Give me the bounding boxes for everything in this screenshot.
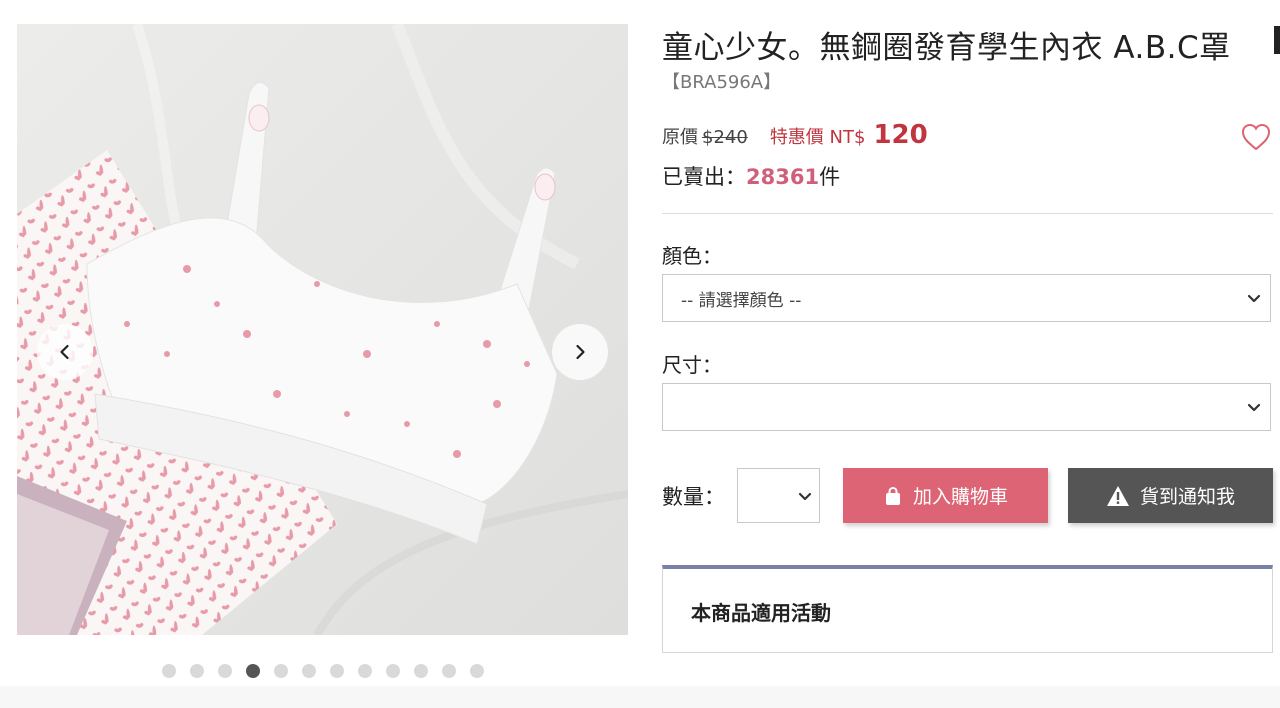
notify-me-label: 貨到通知我 (1139, 486, 1235, 508)
heart-outline-icon[interactable] (1240, 122, 1272, 152)
gallery-prev-button[interactable] (37, 324, 93, 380)
gallery-dot[interactable] (302, 664, 316, 678)
sold-label: 已賣出： (662, 165, 746, 189)
gallery-dot[interactable] (218, 664, 232, 678)
product-gallery (17, 24, 628, 635)
gallery-dot[interactable] (442, 664, 456, 678)
gallery-dot[interactable] (470, 664, 484, 678)
quantity-select[interactable] (737, 468, 820, 523)
original-price: $240 (702, 127, 748, 148)
shopping-bag-icon (885, 486, 900, 505)
details-divider (662, 213, 1273, 214)
warning-icon (1106, 485, 1129, 506)
chevron-left-icon (60, 344, 69, 360)
gallery-dot[interactable] (414, 664, 428, 678)
add-to-cart-button[interactable]: 加入購物車 (843, 468, 1048, 523)
product-sku: 【BRA596A】 (662, 72, 782, 93)
gallery-dot[interactable] (330, 664, 344, 678)
gallery-dot[interactable] (162, 664, 176, 678)
sold-count: 28361 (746, 165, 820, 189)
sold-row: 已賣出：28361件 (662, 161, 840, 191)
product-title: 童心少女。無鋼圈發育學生內衣 A.B.C罩 (662, 30, 1231, 66)
chevron-right-icon (576, 344, 585, 360)
gallery-dot[interactable] (274, 664, 288, 678)
price-row: 原價 $240 特惠價 NT$ 120 (662, 120, 928, 150)
add-to-cart-label: 加入購物車 (912, 486, 1008, 508)
color-select-value: -- 請選擇顏色 -- (681, 290, 802, 311)
size-select[interactable] (662, 383, 1271, 431)
color-label: 顏色： (662, 244, 722, 268)
chevron-down-icon (798, 492, 812, 501)
promotion-title: 本商品適用活動 (691, 601, 831, 625)
chevron-down-icon (1247, 294, 1261, 303)
size-label: 尺寸： (662, 353, 722, 377)
sale-price: 120 (873, 120, 928, 150)
footer-band (0, 686, 1280, 708)
quantity-label: 數量： (662, 485, 725, 509)
promotion-box: 本商品適用活動 (662, 565, 1273, 653)
gallery-dot[interactable] (190, 664, 204, 678)
sale-price-label: 特惠價 NT$ (769, 127, 866, 148)
notify-me-button[interactable]: 貨到通知我 (1068, 468, 1273, 523)
sold-unit: 件 (819, 165, 841, 189)
gallery-pagination (162, 664, 498, 678)
original-price-label: 原價 (662, 127, 698, 148)
chevron-down-icon (1247, 403, 1261, 412)
gallery-dot[interactable] (386, 664, 400, 678)
gallery-dot[interactable] (246, 664, 260, 678)
color-select[interactable]: -- 請選擇顏色 -- (662, 274, 1271, 322)
gallery-next-button[interactable] (552, 324, 608, 380)
product-photo (17, 24, 628, 635)
title-overflow-mark (1274, 26, 1280, 54)
gallery-dot[interactable] (358, 664, 372, 678)
